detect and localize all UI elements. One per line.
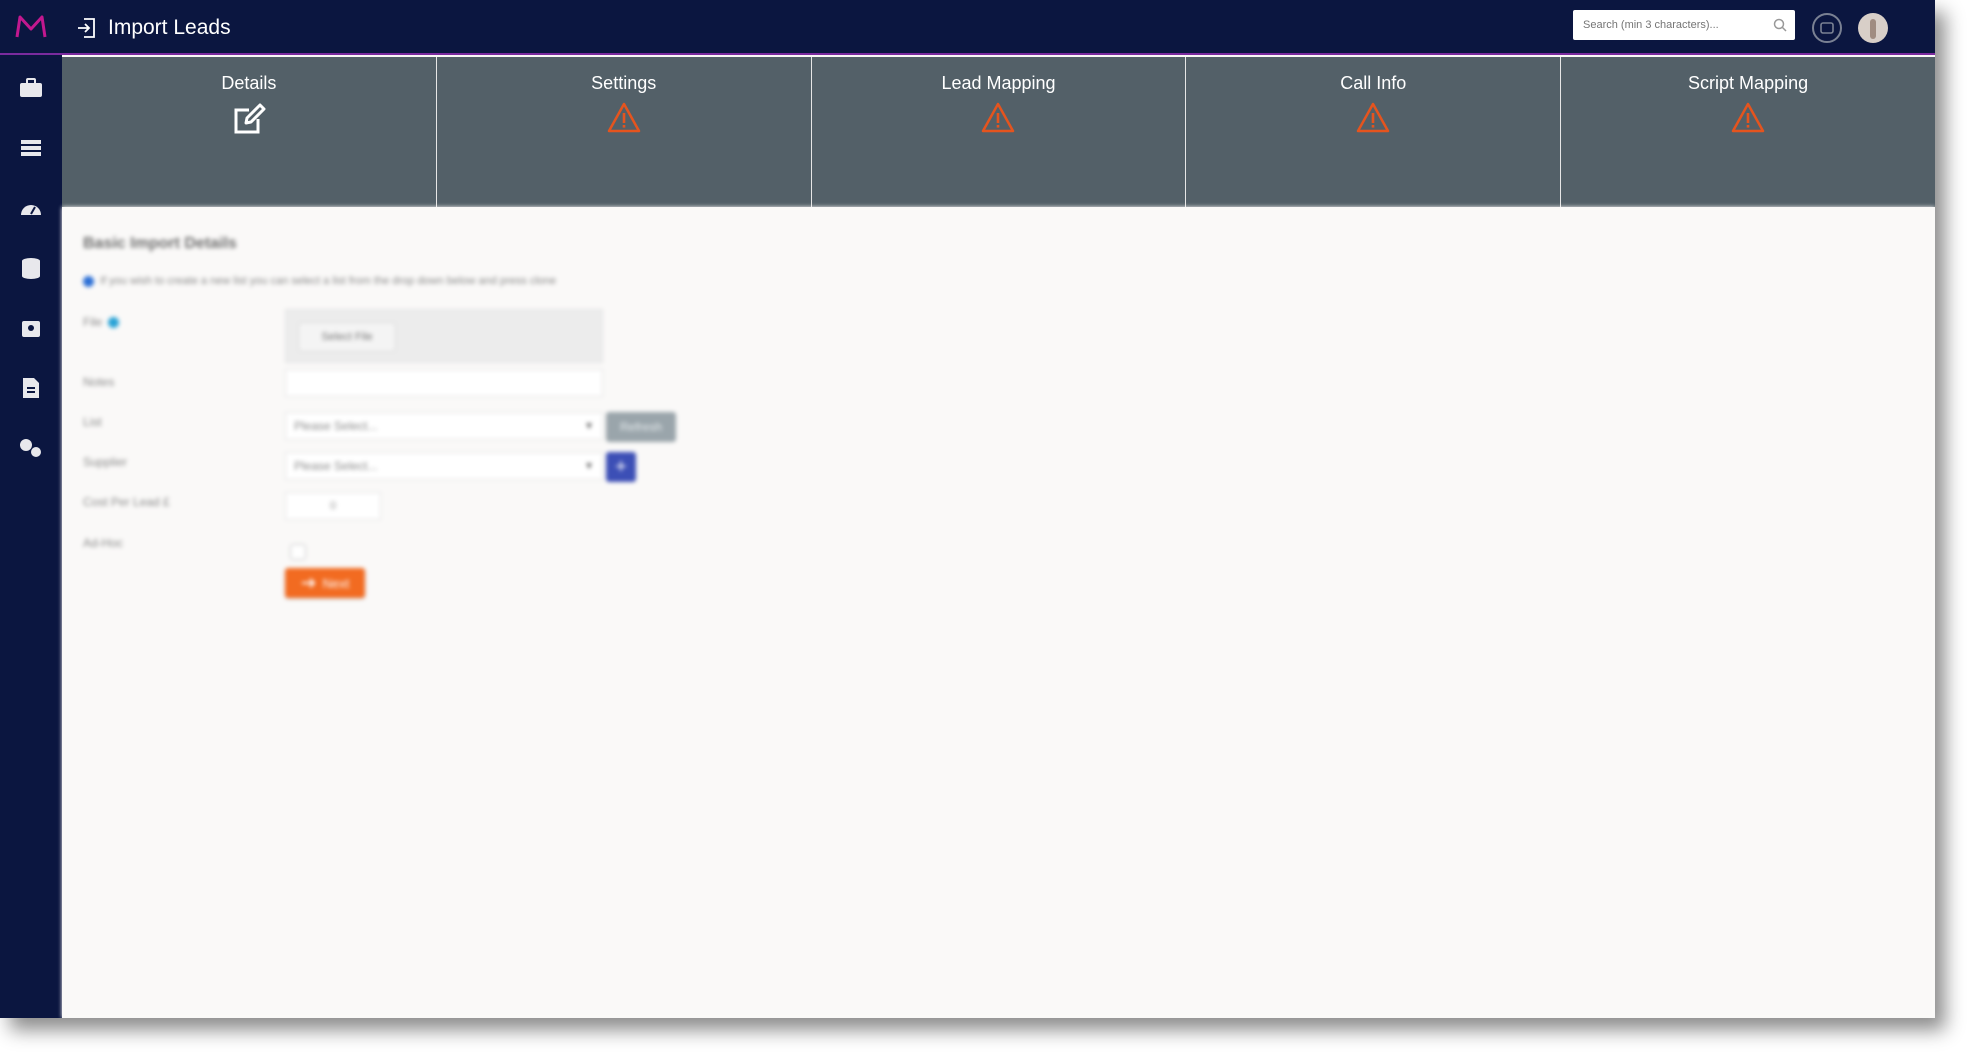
file-label-wrap: File xyxy=(83,315,120,329)
sidebar xyxy=(0,55,62,1018)
search-box[interactable] xyxy=(1573,10,1795,40)
app-logo-icon[interactable] xyxy=(14,13,48,41)
next-button[interactable]: Next xyxy=(285,568,365,598)
app-window: Import Leads Search (min 3 characters)..… xyxy=(0,0,1935,1018)
settings-icon xyxy=(20,439,41,457)
search-icon[interactable] xyxy=(1773,18,1787,32)
tab-label: Lead Mapping xyxy=(941,73,1056,93)
chevron-down-icon: ▼ xyxy=(584,460,594,472)
notes-input[interactable] xyxy=(285,369,603,397)
import-icon xyxy=(78,18,95,38)
power-icon xyxy=(1820,22,1834,34)
tab-label: Call Info xyxy=(1340,73,1407,93)
main-content: Basic Import Details If you wish to crea… xyxy=(62,207,1935,1018)
tab-label: Script Mapping xyxy=(1688,73,1809,93)
warning-icon xyxy=(1731,102,1765,133)
warning-icon xyxy=(607,102,640,133)
tab-label: Details xyxy=(221,73,277,93)
list-label: List xyxy=(83,415,102,429)
contacts-icon xyxy=(22,321,40,337)
list-icon xyxy=(21,140,41,156)
sidebar-item-briefcase[interactable] xyxy=(16,73,46,103)
tab-details[interactable]: Details xyxy=(62,57,437,207)
sidebar-item-contacts[interactable] xyxy=(16,313,46,343)
briefcase-icon xyxy=(20,78,42,97)
tab-call-info[interactable]: Call Info xyxy=(1186,57,1562,207)
arrow-right-icon xyxy=(301,578,316,588)
list-select[interactable]: Please Select... ▼ xyxy=(285,412,603,440)
tab-settings[interactable]: Settings xyxy=(437,57,812,207)
select-file-button[interactable]: Select File xyxy=(298,322,396,352)
supplier-select-value: Please Select... xyxy=(294,459,378,473)
power-button[interactable] xyxy=(1812,13,1842,43)
notes-label: Notes xyxy=(83,375,115,389)
page-title: Import Leads xyxy=(108,16,231,39)
next-label: Next xyxy=(322,575,350,591)
add-supplier-button[interactable]: + xyxy=(606,452,636,482)
warning-icon xyxy=(982,102,1015,133)
dashboard-icon xyxy=(21,205,41,215)
file-dropzone[interactable]: Select File xyxy=(285,309,603,363)
cost-input[interactable]: 0 xyxy=(285,492,381,520)
tab-lead-mapping[interactable]: Lead Mapping xyxy=(812,57,1187,207)
sidebar-item-document[interactable] xyxy=(16,373,46,403)
sidebar-item-database[interactable] xyxy=(16,253,46,283)
refresh-button[interactable]: Refresh xyxy=(606,412,676,442)
supplier-select[interactable]: Please Select... ▼ xyxy=(285,452,603,480)
list-select-value: Please Select... xyxy=(294,419,378,433)
info-icon xyxy=(83,275,94,287)
search-input[interactable] xyxy=(1581,18,1765,32)
supplier-label: Supplier xyxy=(83,455,128,469)
help-icon[interactable] xyxy=(108,316,120,328)
info-line: If you wish to create a new list you can… xyxy=(83,275,556,287)
warning-icon xyxy=(1357,102,1390,133)
sidebar-item-settings[interactable] xyxy=(16,433,46,463)
top-bar: Import Leads xyxy=(0,0,1935,55)
info-text: If you wish to create a new list you can… xyxy=(100,275,557,287)
user-avatar[interactable] xyxy=(1858,13,1888,43)
tab-label: Settings xyxy=(591,73,657,93)
file-label: File xyxy=(83,315,103,329)
database-icon xyxy=(22,258,40,279)
avatar-icon xyxy=(1870,19,1876,39)
sidebar-item-list[interactable] xyxy=(16,133,46,163)
cost-label: Cost Per Lead £ xyxy=(83,495,170,509)
edit-icon xyxy=(234,103,266,134)
document-icon xyxy=(23,378,39,398)
tab-script-mapping[interactable]: Script Mapping xyxy=(1561,57,1935,207)
ad-hoc-label: Ad-Hoc xyxy=(83,536,124,550)
chevron-down-icon: ▼ xyxy=(584,420,594,432)
ad-hoc-checkbox[interactable] xyxy=(290,544,306,560)
section-title: Basic Import Details xyxy=(83,235,237,252)
page-title-wrap: Import Leads xyxy=(76,12,231,44)
wizard-tabs: Details Settings Lead Mapping Call Info xyxy=(62,57,1935,207)
sidebar-item-dashboard[interactable] xyxy=(16,193,46,223)
